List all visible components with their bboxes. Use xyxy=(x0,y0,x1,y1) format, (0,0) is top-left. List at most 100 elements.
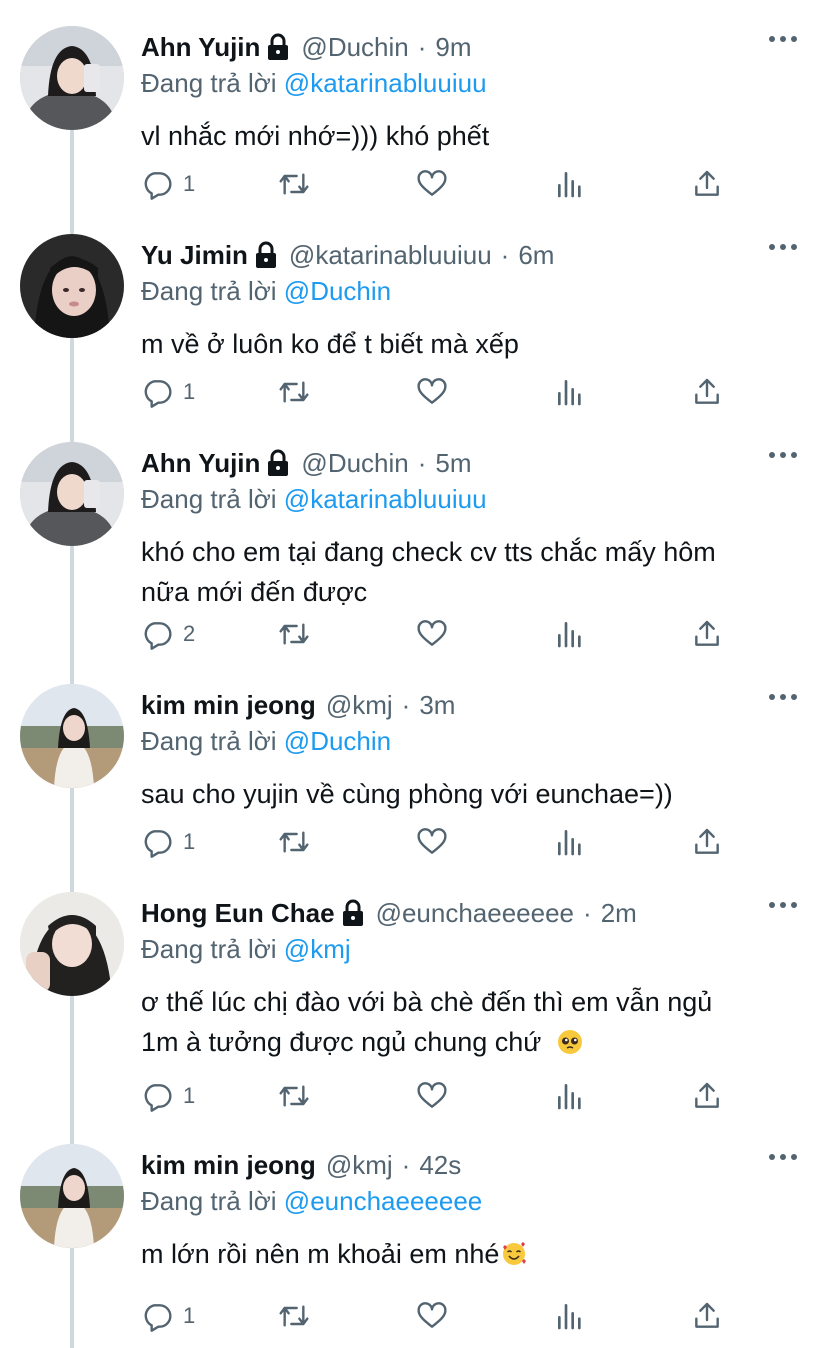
avatar[interactable] xyxy=(20,1144,124,1248)
action-bar: 1 xyxy=(141,1078,741,1114)
share-button[interactable] xyxy=(691,824,723,860)
display-name[interactable]: Ahn Yujin xyxy=(141,448,260,479)
tweet[interactable]: Yu Jimin @katarinabluuiuu · 6m Đang trả … xyxy=(0,234,828,434)
avatar[interactable] xyxy=(20,892,124,996)
views-button[interactable] xyxy=(554,166,586,202)
lock-icon xyxy=(342,899,363,926)
reply-mention[interactable]: @kmj xyxy=(284,934,351,964)
views-button[interactable] xyxy=(554,1298,586,1334)
avatar[interactable] xyxy=(20,684,124,788)
more-icon[interactable] xyxy=(768,898,798,912)
tweet-header: Hong Eun Chae @eunchaeeeeee · 2m xyxy=(141,896,637,930)
views-button[interactable] xyxy=(554,1078,586,1114)
tweet-text: khó cho em tại đang check cv tts chắc mấ… xyxy=(141,532,801,612)
tweet-header: kim min jeong @kmj · 3m xyxy=(141,688,455,722)
separator-dot: · xyxy=(583,897,592,928)
views-button[interactable] xyxy=(554,616,586,652)
separator-dot: · xyxy=(417,447,427,478)
retweet-button[interactable] xyxy=(278,374,310,410)
views-icon xyxy=(558,380,581,406)
retweet-button[interactable] xyxy=(278,1298,310,1334)
more-icon[interactable] xyxy=(768,32,798,46)
reply-button[interactable]: 1 xyxy=(141,824,195,860)
username[interactable]: @kmj xyxy=(326,1150,393,1181)
display-name[interactable]: kim min jeong xyxy=(141,690,316,721)
reply-button[interactable]: 1 xyxy=(141,1078,195,1114)
retweet-button[interactable] xyxy=(278,616,310,652)
reply-button[interactable]: 1 xyxy=(141,166,195,202)
replying-to-label: Đang trả lời xyxy=(141,726,277,756)
tweet-text-line: ơ thế lúc chị đào với bà chè đến thì em … xyxy=(141,987,713,1017)
retweet-button[interactable] xyxy=(278,824,310,860)
replying-to-label: Đang trả lời xyxy=(141,1186,277,1216)
avatar[interactable] xyxy=(20,234,124,338)
timestamp[interactable]: 2m xyxy=(601,898,637,929)
share-button[interactable] xyxy=(691,1298,723,1334)
tweet-header: Ahn Yujin @Duchin · 9m xyxy=(141,30,472,64)
tweet[interactable]: Ahn Yujin @Duchin · 9m Đang trả lời @kat… xyxy=(0,26,828,226)
tweet-text-line: sau cho yujin về cùng phòng với eunchae=… xyxy=(141,779,673,809)
tweet-text-line: vl nhắc mới nhớ=))) khó phết xyxy=(141,121,490,151)
more-icon[interactable] xyxy=(768,240,798,254)
share-icon xyxy=(695,828,719,854)
replying-to: Đang trả lời @kmj xyxy=(141,934,351,965)
like-button[interactable] xyxy=(416,824,448,860)
more-icon[interactable] xyxy=(768,690,798,704)
more-icon[interactable] xyxy=(768,448,798,462)
tweet[interactable]: Hong Eun Chae @eunchaeeeeee · 2m Đang tr… xyxy=(0,892,828,1130)
like-button[interactable] xyxy=(416,1298,448,1334)
tweet[interactable]: kim min jeong @kmj · 3m Đang trả lời @Du… xyxy=(0,684,828,884)
reply-button[interactable]: 2 xyxy=(141,616,195,652)
username[interactable]: @Duchin xyxy=(301,448,408,479)
reply-icon xyxy=(144,1304,172,1332)
action-bar: 1 xyxy=(141,374,741,410)
timestamp[interactable]: 6m xyxy=(518,240,554,271)
tweet[interactable]: kim min jeong @kmj · 42s Đang trả lời @e… xyxy=(0,1144,828,1344)
smiling-face-with-hearts-emoji xyxy=(503,1242,527,1265)
views-button[interactable] xyxy=(554,374,586,410)
display-name[interactable]: Ahn Yujin xyxy=(141,32,260,63)
separator-dot: · xyxy=(401,689,411,720)
share-button[interactable] xyxy=(691,166,723,202)
display-name[interactable]: kim min jeong xyxy=(141,1150,316,1181)
like-icon xyxy=(417,620,447,646)
timestamp[interactable]: 42s xyxy=(419,1150,461,1181)
timestamp[interactable]: 3m xyxy=(419,690,455,721)
share-button[interactable] xyxy=(691,374,723,410)
more-icon[interactable] xyxy=(768,1150,798,1164)
username[interactable]: @kmj xyxy=(326,690,393,721)
like-button[interactable] xyxy=(416,1078,448,1114)
username[interactable]: @eunchaeeeeee xyxy=(376,898,574,929)
username[interactable]: @Duchin xyxy=(301,32,408,63)
retweet-button[interactable] xyxy=(278,1078,310,1114)
username[interactable]: @katarinabluuiuu xyxy=(289,240,492,271)
reply-mention[interactable]: @Duchin xyxy=(284,726,391,756)
like-button[interactable] xyxy=(416,374,448,410)
separator-dot: · xyxy=(500,239,510,270)
share-button[interactable] xyxy=(691,616,723,652)
like-button[interactable] xyxy=(416,166,448,202)
timestamp[interactable]: 5m xyxy=(435,448,471,479)
retweet-button[interactable] xyxy=(278,166,310,202)
share-button[interactable] xyxy=(691,1078,723,1114)
display-name[interactable]: Yu Jimin xyxy=(141,240,248,271)
tweet[interactable]: Ahn Yujin @Duchin · 5m Đang trả lời @kat… xyxy=(0,442,828,672)
avatar[interactable] xyxy=(20,26,124,130)
avatar[interactable] xyxy=(20,442,124,546)
reply-button[interactable]: 1 xyxy=(141,1298,195,1334)
reply-mention[interactable]: @eunchaeeeeee xyxy=(284,1186,482,1216)
reply-mention[interactable]: @Duchin xyxy=(284,276,391,306)
replying-to: Đang trả lời @katarinabluuiuu xyxy=(141,484,487,515)
reply-mention[interactable]: @katarinabluuiuu xyxy=(284,68,487,98)
share-icon xyxy=(695,170,719,196)
like-button[interactable] xyxy=(416,616,448,652)
timestamp[interactable]: 9m xyxy=(435,32,471,63)
reply-mention[interactable]: @katarinabluuiuu xyxy=(284,484,487,514)
views-button[interactable] xyxy=(554,824,586,860)
retweet-icon xyxy=(279,831,309,853)
action-bar: 1 xyxy=(141,824,741,860)
lock-icon xyxy=(268,449,289,476)
display-name[interactable]: Hong Eun Chae xyxy=(141,898,335,929)
reply-button[interactable]: 1 xyxy=(141,374,195,410)
replying-to: Đang trả lời @Duchin xyxy=(141,726,391,757)
